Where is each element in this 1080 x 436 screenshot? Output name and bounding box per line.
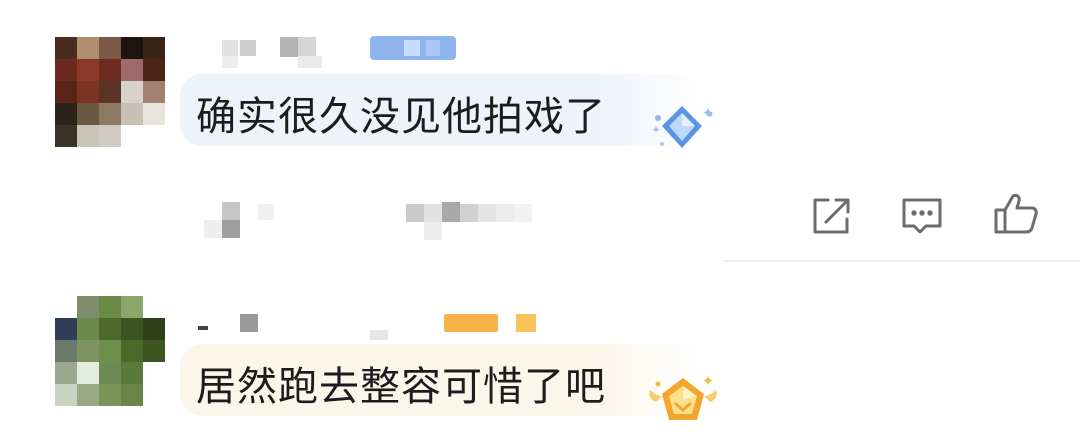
level-tag [444,314,536,332]
gold-crown-badge-icon [646,372,720,436]
comment-divider [722,260,1080,262]
share-icon[interactable] [806,190,858,242]
avatar[interactable] [55,37,165,147]
blue-diamond-badge-icon [648,100,718,164]
comment-text: 确实很久没见他拍戏了 [196,94,606,140]
level-tag [370,36,456,60]
like-icon[interactable] [990,188,1042,240]
reply-icon[interactable] [896,190,948,242]
avatar[interactable] [55,296,165,406]
comment-text: 居然跑去整容可惜了吧 [196,364,606,410]
